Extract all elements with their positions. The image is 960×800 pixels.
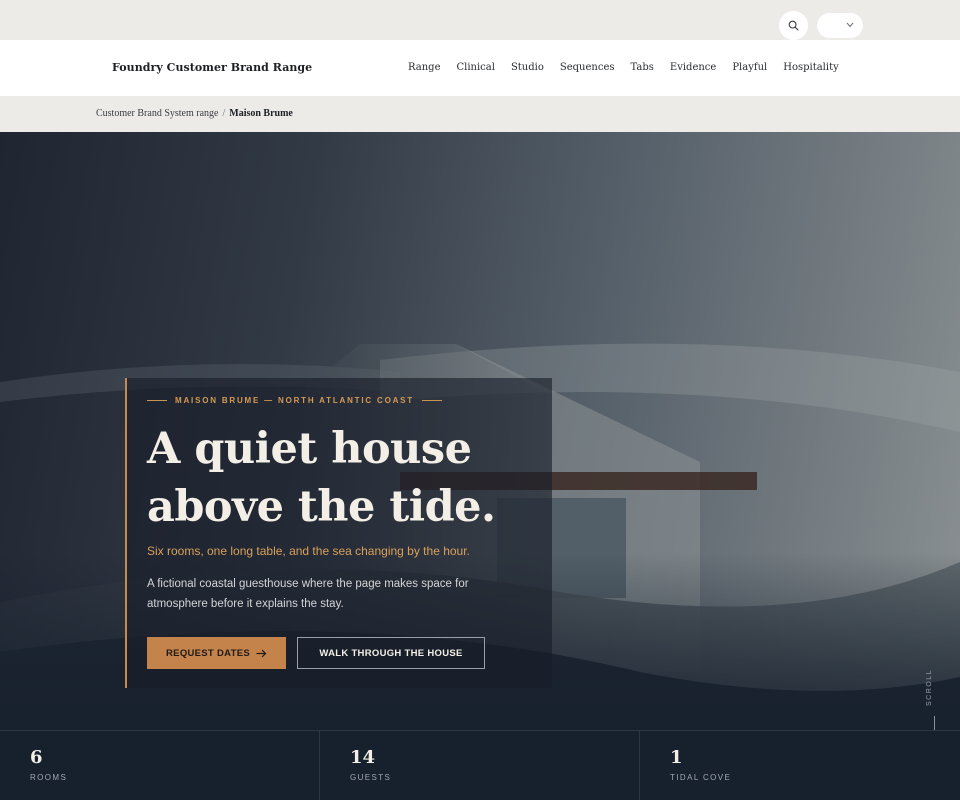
scroll-line [934, 716, 935, 730]
brand-name[interactable]: Foundry Customer Brand Range [112, 61, 312, 74]
eyebrow-rule-right [422, 400, 442, 401]
breadcrumb: Customer Brand System range / Maison Brume [0, 96, 960, 132]
stat-rooms: 6 ROOMS [0, 731, 320, 800]
hero-headline: A quiet house above the tide. [147, 420, 547, 536]
walk-through-button[interactable]: WALK THROUGH THE HOUSE [297, 637, 485, 669]
nav-link-evidence[interactable]: Evidence [670, 62, 716, 73]
headline-line-2: above the tide. [147, 482, 496, 532]
stat-guests: 14 GUESTS [320, 731, 640, 800]
main-nav: Foundry Customer Brand Range Range Clini… [0, 40, 960, 96]
hero-tagline: Six rooms, one long table, and the sea c… [147, 544, 470, 558]
walk-through-label: WALK THROUGH THE HOUSE [319, 647, 463, 659]
stat-label: TIDAL COVE [670, 773, 732, 782]
nav-links: Range Clinical Studio Sequences Tabs Evi… [408, 62, 839, 73]
stat-label: GUESTS [350, 773, 392, 782]
breadcrumb-parent[interactable]: Customer Brand System range [96, 108, 218, 119]
nav-link-studio[interactable]: Studio [511, 62, 544, 73]
request-dates-button[interactable]: REQUEST DATES [147, 637, 286, 669]
stats-strip: 6 ROOMS 14 GUESTS 1 TIDAL COVE [0, 730, 960, 800]
stat-value: 1 [670, 747, 683, 768]
scroll-hint[interactable]: SCROLL [926, 669, 942, 730]
breadcrumb-row: Customer Brand System range / Maison Brume [96, 108, 293, 119]
stat-label: ROOMS [30, 773, 68, 782]
headline-line-1: A quiet house [147, 424, 472, 474]
request-dates-label: REQUEST DATES [166, 647, 250, 659]
eyebrow-text: MAISON BRUME — NORTH ATLANTIC COAST [175, 396, 414, 405]
nav-link-hospitality[interactable]: Hospitality [783, 62, 839, 73]
breadcrumb-current: Maison Brume [229, 108, 293, 119]
scroll-label: SCROLL [926, 668, 933, 706]
utility-bar [0, 0, 960, 40]
eyebrow-rule-left [147, 400, 167, 401]
breadcrumb-separator: / [222, 108, 226, 119]
arrow-right-icon [256, 649, 267, 657]
stat-tidal-cove: 1 TIDAL COVE [640, 731, 960, 800]
nav-link-clinical[interactable]: Clinical [456, 62, 494, 73]
nav-link-tabs[interactable]: Tabs [631, 62, 654, 73]
search-button[interactable] [779, 11, 808, 40]
hero-eyebrow: MAISON BRUME — NORTH ATLANTIC COAST [147, 396, 442, 405]
nav-link-range[interactable]: Range [408, 62, 440, 73]
hero: MAISON BRUME — NORTH ATLANTIC COAST A qu… [0, 132, 960, 730]
stat-value: 14 [350, 747, 376, 768]
nav-link-playful[interactable]: Playful [732, 62, 767, 73]
hero-description: A fictional coastal guesthouse where the… [147, 578, 469, 610]
search-icon [788, 20, 799, 31]
chevron-down-icon [846, 22, 854, 28]
stat-value: 6 [30, 747, 43, 768]
hero-panel: MAISON BRUME — NORTH ATLANTIC COAST A qu… [125, 378, 552, 688]
nav-link-sequences[interactable]: Sequences [560, 62, 615, 73]
locale-select[interactable] [817, 13, 863, 38]
